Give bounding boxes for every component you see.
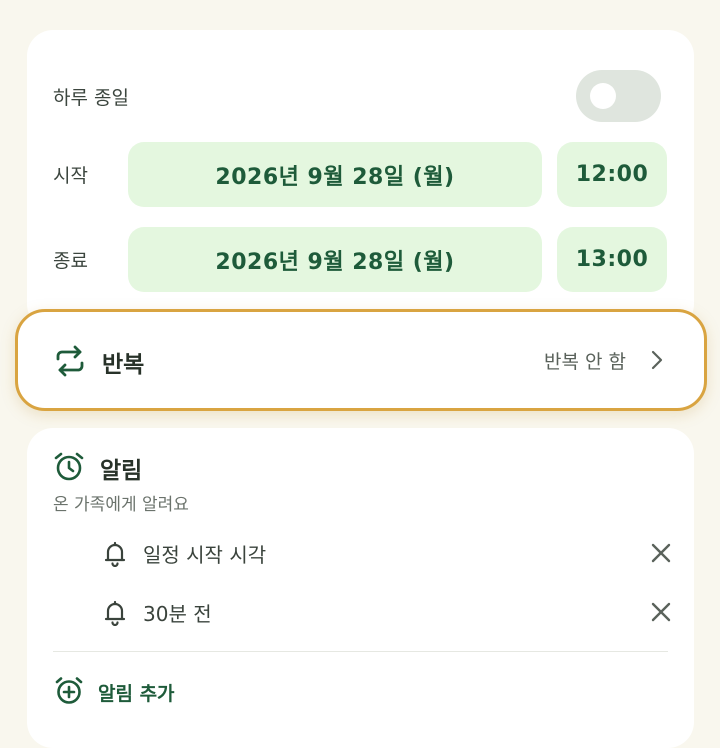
start-time-button[interactable]: 12:00	[557, 142, 667, 207]
remove-alarm-icon[interactable]	[650, 542, 672, 564]
end-label: 종료	[53, 250, 88, 272]
repeat-value: 반복 안 함	[544, 351, 626, 373]
add-alarm-icon[interactable]	[54, 676, 84, 706]
bell-icon	[104, 541, 126, 567]
divider	[53, 651, 668, 652]
alarm-title: 알림	[100, 458, 143, 484]
repeat-row[interactable]: 반복 반복 안 함	[15, 309, 707, 411]
all-day-label: 하루 종일	[53, 87, 129, 109]
remove-alarm-icon[interactable]	[650, 601, 672, 623]
start-label: 시작	[53, 165, 88, 187]
start-date-button[interactable]: 2026년 9월 28일 (월)	[128, 142, 542, 207]
all-day-toggle[interactable]	[576, 70, 661, 122]
alarm-item-label: 30분 전	[143, 602, 212, 626]
repeat-icon	[56, 345, 84, 377]
alarm-subtitle: 온 가족에게 알려요	[53, 495, 189, 515]
end-time-button[interactable]: 13:00	[557, 227, 667, 292]
toggle-knob	[590, 83, 616, 109]
chevron-right-icon	[651, 350, 663, 370]
alarm-clock-icon	[54, 452, 84, 481]
end-date-button[interactable]: 2026년 9월 28일 (월)	[128, 227, 542, 292]
alarm-item-label: 일정 시작 시각	[143, 543, 267, 567]
add-alarm-button[interactable]: 알림 추가	[98, 679, 175, 706]
bell-icon	[104, 600, 126, 626]
repeat-title: 반복	[102, 352, 145, 378]
